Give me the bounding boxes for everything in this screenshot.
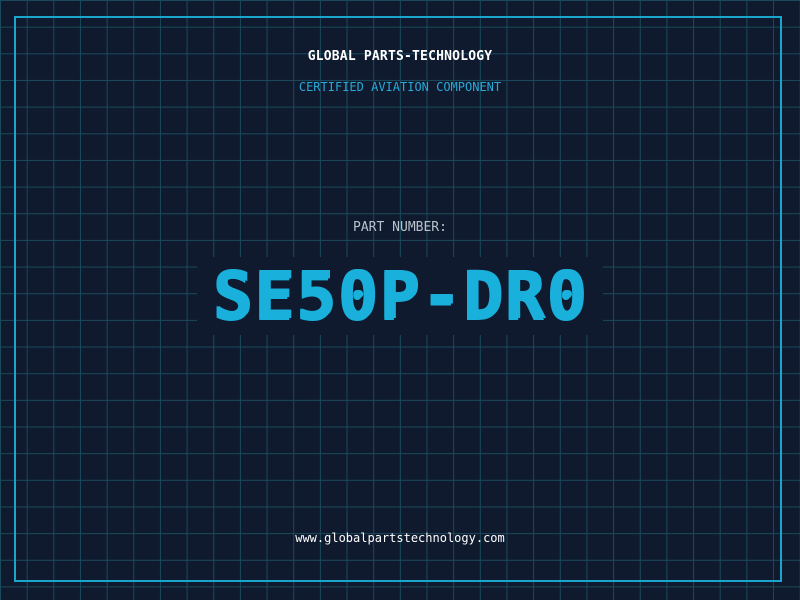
- part-number-panel: SE50P-DR0: [197, 257, 603, 335]
- certificate-canvas: GLOBAL PARTS-TECHNOLOGY CERTIFIED AVIATI…: [0, 0, 800, 600]
- website-url: www.globalpartstechnology.com: [295, 531, 505, 545]
- certification-subtitle: CERTIFIED AVIATION COMPONENT: [298, 80, 502, 94]
- company-name: GLOBAL PARTS-TECHNOLOGY: [307, 49, 493, 64]
- part-number-label: PART NUMBER:: [353, 220, 447, 235]
- part-number-value: SE50P-DR0: [212, 257, 588, 334]
